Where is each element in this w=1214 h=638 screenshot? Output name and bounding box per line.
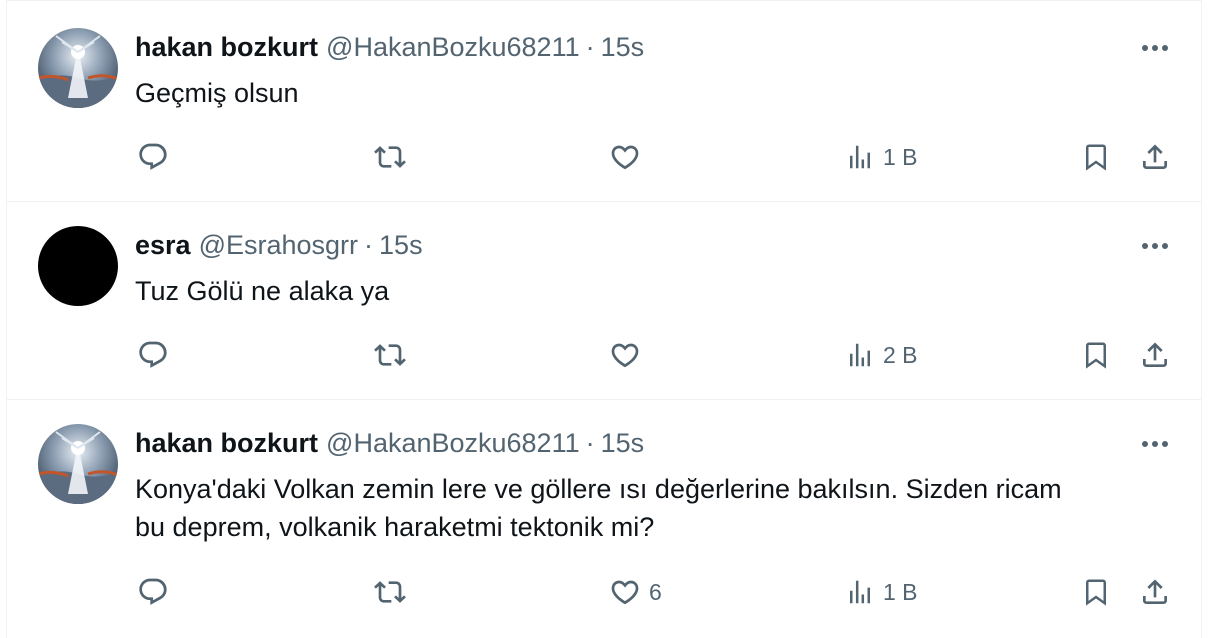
separator-dot: · — [585, 32, 595, 62]
author-handle[interactable]: @Esrahosgrr — [199, 228, 358, 262]
tweet-header: hakan bozkurt @HakanBozku68211 · 15s — [135, 426, 644, 460]
avatar[interactable] — [38, 424, 118, 504]
tweet[interactable]: hakan bozkurt @HakanBozku68211 · 15s Geç… — [7, 0, 1201, 202]
author-handle[interactable]: @HakanBozku68211 — [326, 30, 580, 64]
bookmark-button[interactable] — [1081, 137, 1111, 177]
more-icon — [1142, 441, 1168, 447]
bookmark-icon — [1086, 144, 1106, 171]
like-count: 6 — [649, 578, 662, 605]
tweet-actions: 6 1 B — [7, 572, 1201, 612]
views-button[interactable]: 1 B — [845, 137, 918, 177]
bookmark-button[interactable] — [1081, 335, 1111, 375]
bookmark-button[interactable] — [1081, 572, 1111, 612]
more-options-button[interactable] — [1135, 31, 1175, 65]
more-options-button[interactable] — [1135, 229, 1175, 263]
share-icon — [1143, 342, 1167, 367]
reply-feed: hakan bozkurt @HakanBozku68211 · 15s Geç… — [6, 0, 1202, 638]
timestamp[interactable]: 15s — [601, 426, 645, 460]
tweet-header: hakan bozkurt @HakanBozku68211 · 15s — [135, 30, 644, 64]
heart-icon — [611, 580, 639, 605]
tweet-actions: 1 B — [7, 137, 1201, 177]
reply-icon — [139, 341, 167, 368]
like-button[interactable]: 6 — [609, 572, 662, 612]
reply-icon — [139, 578, 167, 605]
tweet-header: esra @Esrahosgrr · 15s — [135, 228, 423, 262]
more-icon — [1142, 243, 1168, 249]
timestamp[interactable]: 15s — [379, 228, 423, 262]
retweet-icon — [374, 146, 406, 168]
tweet[interactable]: esra @Esrahosgrr · 15s Tuz Gölü ne alaka… — [7, 202, 1201, 400]
bookmark-icon — [1086, 579, 1106, 606]
reply-button[interactable] — [137, 137, 177, 177]
tweet-text: Konya'daki Volkan zemin lere ve göllere … — [135, 474, 1062, 542]
reply-button[interactable] — [137, 335, 177, 375]
views-button[interactable]: 1 B — [845, 572, 918, 612]
avatar[interactable] — [38, 28, 118, 108]
bookmark-icon — [1086, 342, 1106, 369]
share-button[interactable] — [1139, 137, 1171, 177]
retweet-icon — [374, 581, 406, 603]
views-chart-icon — [850, 343, 870, 367]
retweet-button[interactable] — [373, 137, 415, 177]
more-options-button[interactable] — [1135, 427, 1175, 461]
share-button[interactable] — [1139, 335, 1171, 375]
view-count: 2 B — [883, 341, 918, 368]
views-button[interactable]: 2 B — [845, 335, 918, 375]
author-name[interactable]: hakan bozkurt — [135, 426, 318, 460]
tweet[interactable]: hakan bozkurt @HakanBozku68211 · 15s Kon… — [7, 400, 1201, 638]
separator-dot: · — [585, 428, 595, 458]
like-button[interactable] — [609, 335, 649, 375]
view-count: 1 B — [883, 143, 918, 170]
views-chart-icon — [850, 580, 870, 604]
view-count: 1 B — [883, 578, 918, 605]
like-button[interactable] — [609, 137, 649, 177]
separator-dot: · — [364, 230, 374, 260]
reply-button[interactable] — [137, 572, 177, 612]
tweet-text: Tuz Gölü ne alaka ya — [135, 276, 390, 306]
views-chart-icon — [850, 145, 870, 169]
tweet-text: Geçmiş olsun — [135, 78, 299, 108]
share-icon — [1143, 579, 1167, 604]
heart-icon — [611, 145, 639, 170]
retweet-icon — [374, 344, 406, 366]
share-button[interactable] — [1139, 572, 1171, 612]
share-icon — [1143, 144, 1167, 169]
author-handle[interactable]: @HakanBozku68211 — [326, 426, 580, 460]
author-name[interactable]: hakan bozkurt — [135, 30, 318, 64]
more-icon — [1142, 45, 1168, 51]
retweet-button[interactable] — [373, 572, 415, 612]
retweet-button[interactable] — [373, 335, 415, 375]
reply-icon — [139, 143, 167, 170]
heart-icon — [611, 343, 639, 368]
tweet-actions: 2 B — [7, 335, 1201, 375]
avatar[interactable] — [38, 226, 118, 306]
author-name[interactable]: esra — [135, 228, 191, 262]
timestamp[interactable]: 15s — [601, 30, 645, 64]
